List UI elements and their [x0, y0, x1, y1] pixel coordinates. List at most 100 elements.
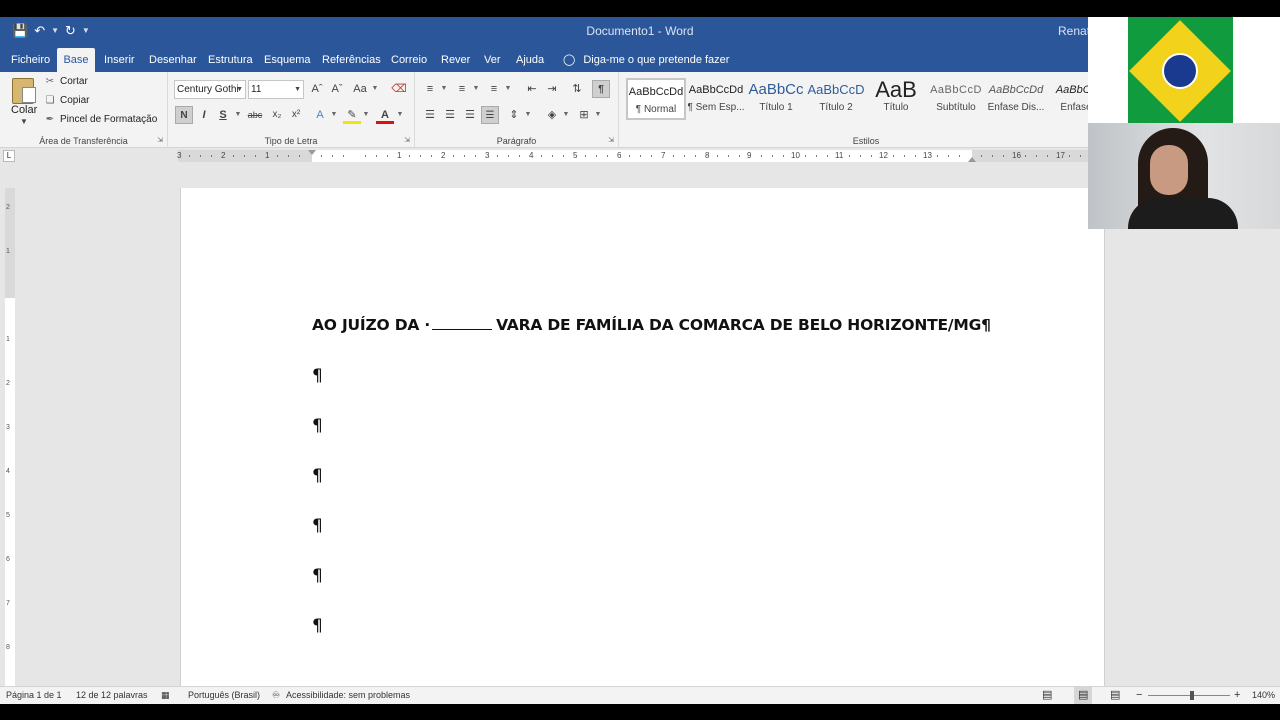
tab-ficheiro[interactable]: Ficheiro — [6, 48, 55, 72]
numbering-icon[interactable]: ≡ — [453, 80, 471, 98]
horizontal-ruler[interactable]: 3 2 1 1 2 3 4 5 6 7 8 9 10 11 12 13 16 1… — [177, 150, 1088, 162]
empty-paragraph-mark[interactable]: ¶ — [312, 616, 323, 636]
style-titulo-1[interactable]: AaBbCc Título 1 — [746, 78, 806, 120]
zoom-slider[interactable] — [1148, 695, 1230, 696]
change-case-dropdown-icon[interactable]: ▼ — [371, 80, 379, 98]
empty-paragraph-mark[interactable]: ¶ — [312, 366, 323, 386]
show-formatting-icon[interactable]: ¶ — [592, 80, 610, 98]
bold-icon[interactable]: N — [175, 106, 193, 124]
decrease-indent-icon[interactable]: ⇤ — [523, 80, 541, 98]
ruler-tick — [464, 155, 465, 157]
zoom-in-icon[interactable]: + — [1234, 687, 1240, 704]
accessibility-icon[interactable]: ♾ — [272, 687, 280, 704]
paste-dropdown-icon[interactable]: ▼ — [20, 117, 28, 126]
accessibility-status[interactable]: Acessibilidade: sem problemas — [286, 687, 410, 704]
font-name-combo[interactable]: Century Gothi ▼ — [174, 80, 246, 99]
zoom-out-icon[interactable]: − — [1136, 687, 1142, 704]
grow-font-icon[interactable]: Aˆ — [308, 80, 326, 98]
style-subtitulo[interactable]: AaBbCcD Subtítulo — [926, 78, 986, 120]
align-right-icon[interactable]: ☰ — [461, 106, 479, 124]
style-titulo[interactable]: AaB Título — [866, 78, 926, 120]
clear-formatting-icon[interactable]: ⌫ — [390, 80, 408, 98]
strikethrough-icon[interactable]: abc — [246, 106, 264, 124]
shading-icon[interactable]: ◈ — [543, 106, 561, 124]
style-titulo-2[interactable]: AaBbCcD Título 2 — [806, 78, 866, 120]
paste-icon[interactable] — [12, 78, 36, 104]
tab-estrutura[interactable]: Estrutura — [203, 48, 258, 72]
paste-button[interactable]: Colar — [11, 104, 37, 116]
multilevel-list-icon[interactable]: ≡ — [485, 80, 503, 98]
justify-icon[interactable]: ☰ — [481, 106, 499, 124]
vertical-ruler[interactable]: 2 1 1 2 3 4 5 6 7 8 — [5, 188, 15, 686]
font-group-label: Tipo de Letra — [264, 136, 318, 146]
tab-correio[interactable]: Correio — [386, 48, 432, 72]
shrink-font-icon[interactable]: Aˇ — [328, 80, 346, 98]
line-spacing-icon[interactable]: ⇕ — [505, 106, 523, 124]
superscript-icon[interactable]: x² — [287, 106, 305, 124]
word-count[interactable]: 12 de 12 palavras — [76, 687, 148, 704]
bullets-icon[interactable]: ≡ — [421, 80, 439, 98]
font-color-icon[interactable]: A — [376, 106, 394, 124]
read-mode-icon[interactable]: ▤ — [1042, 687, 1052, 704]
sort-icon[interactable]: ⇅ — [568, 80, 586, 98]
document-page[interactable]: AO JUÍZO DA · VARA DE FAMÍLIA DA COMARCA … — [180, 188, 1105, 688]
tab-desenhar[interactable]: Desenhar — [144, 48, 202, 72]
font-color-dropdown-icon[interactable]: ▼ — [396, 106, 404, 124]
format-painter-button[interactable]: ✒ Pincel de Formatação — [44, 114, 157, 125]
align-center-icon[interactable]: ☰ — [441, 106, 459, 124]
shading-dropdown-icon[interactable]: ▼ — [562, 106, 570, 124]
font-size-combo[interactable]: 11 ▼ — [248, 80, 304, 99]
text-effects-icon[interactable]: A — [311, 106, 329, 124]
align-left-icon[interactable]: ☰ — [421, 106, 439, 124]
multilevel-dropdown-icon[interactable]: ▼ — [504, 80, 512, 98]
tab-referencias[interactable]: Referências — [317, 48, 386, 72]
style-normal[interactable]: AaBbCcDd ¶ Normal — [626, 78, 686, 120]
tab-inserir[interactable]: Inserir — [99, 48, 140, 72]
bullets-dropdown-icon[interactable]: ▼ — [440, 80, 448, 98]
subscript-icon[interactable]: x₂ — [268, 106, 286, 124]
numbering-dropdown-icon[interactable]: ▼ — [472, 80, 480, 98]
line-spacing-dropdown-icon[interactable]: ▼ — [524, 106, 532, 124]
ruler-tick — [640, 155, 641, 157]
proofing-icon[interactable]: ▦ — [161, 687, 170, 704]
document-heading[interactable]: AO JUÍZO DA · VARA DE FAMÍLIA DA COMARCA … — [312, 316, 991, 334]
empty-paragraph-mark[interactable]: ¶ — [312, 416, 323, 436]
increase-indent-icon[interactable]: ⇥ — [543, 80, 561, 98]
language-status[interactable]: Português (Brasil) — [188, 687, 260, 704]
empty-paragraph-mark[interactable]: ¶ — [312, 566, 323, 586]
style-enfase[interactable]: AaBbCc Ênfase — [1046, 78, 1088, 120]
zoom-slider-thumb[interactable] — [1190, 691, 1194, 700]
tab-esquema[interactable]: Esquema — [259, 48, 315, 72]
tab-ajuda[interactable]: Ajuda — [511, 48, 549, 72]
borders-icon[interactable]: ⊞ — [575, 106, 593, 124]
zoom-level[interactable]: 140% — [1252, 687, 1275, 704]
page-count[interactable]: Página 1 de 1 — [6, 687, 62, 704]
first-line-indent-marker[interactable] — [308, 150, 316, 155]
right-indent-marker[interactable] — [968, 157, 976, 162]
italic-icon[interactable]: I — [195, 106, 213, 124]
ruler-label: 4 — [6, 468, 10, 475]
font-launcher-icon[interactable]: ⇲ — [404, 136, 410, 144]
highlight-dropdown-icon[interactable]: ▼ — [362, 106, 370, 124]
clipboard-launcher-icon[interactable]: ⇲ — [157, 136, 163, 144]
empty-paragraph-mark[interactable]: ¶ — [312, 516, 323, 536]
print-layout-icon[interactable]: ▤ — [1074, 687, 1093, 704]
underline-icon[interactable]: S — [214, 106, 232, 124]
style-enfase-discreta[interactable]: AaBbCcDd Ênfase Dis... — [986, 78, 1046, 120]
tab-base[interactable]: Base — [57, 48, 95, 72]
copy-button[interactable]: ❏ Copiar — [44, 95, 90, 106]
web-layout-icon[interactable]: ▤ — [1110, 687, 1120, 704]
change-case-icon[interactable]: Aa — [352, 80, 368, 98]
tell-me-search[interactable]: ◯ Diga-me o que pretende fazer — [563, 48, 729, 72]
tab-ver[interactable]: Ver — [479, 48, 506, 72]
underline-dropdown-icon[interactable]: ▼ — [234, 106, 242, 124]
tab-rever[interactable]: Rever — [436, 48, 475, 72]
tab-selector[interactable]: L — [3, 150, 15, 162]
borders-dropdown-icon[interactable]: ▼ — [594, 106, 602, 124]
highlight-icon[interactable]: ✎ — [343, 106, 361, 124]
paragraph-launcher-icon[interactable]: ⇲ — [608, 136, 614, 144]
text-effects-dropdown-icon[interactable]: ▼ — [330, 106, 338, 124]
empty-paragraph-mark[interactable]: ¶ — [312, 466, 323, 486]
cut-button[interactable]: ✂ Cortar — [44, 76, 88, 87]
style-sem-espacamento[interactable]: AaBbCcDd ¶ Sem Esp... — [686, 78, 746, 120]
